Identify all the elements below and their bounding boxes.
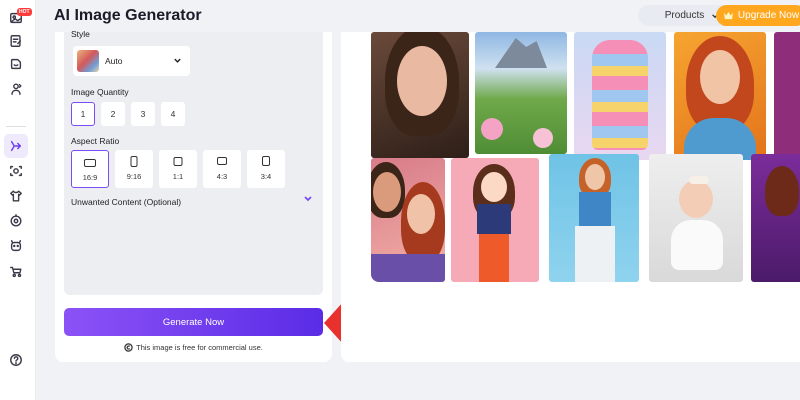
rail-ai-generator-button[interactable] (4, 134, 28, 158)
style-select[interactable]: Auto (73, 46, 190, 76)
quantity-option-1[interactable]: 1 (71, 102, 95, 126)
rail-help-button[interactable] (4, 348, 28, 372)
commercial-use-note: This image is free for commercial use. (55, 343, 332, 352)
rail-divider (6, 126, 26, 127)
sample-gallery (341, 32, 800, 362)
ratio-option-label: 9:16 (126, 172, 142, 181)
style-value: Auto (105, 56, 123, 66)
person-swap-icon (11, 83, 22, 95)
style-label: Style (71, 29, 90, 39)
rail-person-tool-button[interactable] (4, 77, 28, 101)
scan-face-icon (10, 165, 22, 177)
ratio-option-16-9[interactable]: 16:9 (71, 150, 109, 188)
sample-image-landscape (475, 32, 567, 154)
rail-sticker-tool-button[interactable] (4, 52, 28, 76)
copyright-icon (124, 343, 133, 352)
tool-rail: HOT (0, 0, 36, 400)
rail-clothes-tool-button[interactable] (4, 184, 28, 208)
ratio-option-label: 4:3 (216, 172, 228, 181)
settings-panel: Style Auto Image Quantity 1 2 3 4 Aspect… (55, 29, 332, 362)
commercial-use-text: This image is free for commercial use. (136, 343, 263, 352)
palette-icon (10, 214, 22, 227)
ratio-option-3-4[interactable]: 3:4 (247, 150, 285, 188)
sparkle-icon (10, 140, 22, 152)
photo-edit-icon (10, 35, 22, 47)
sample-image-purple-dress (751, 154, 800, 282)
quantity-option-2[interactable]: 2 (101, 102, 125, 126)
rail-colorize-tool-button[interactable] (4, 209, 28, 233)
sample-image-partial (774, 32, 800, 160)
ratio-option-1-1[interactable]: 1:1 (159, 150, 197, 188)
ratio-option-label: 1:1 (172, 172, 184, 181)
sample-image-candy-building (574, 32, 666, 160)
sample-image-baby (649, 154, 743, 282)
quantity-label: Image Quantity (71, 87, 129, 97)
unwanted-content-label: Unwanted Content (Optional) (71, 197, 182, 207)
portrait-ratio-icon (262, 156, 270, 166)
sample-image-couple (371, 158, 445, 282)
quantity-option-4[interactable]: 4 (161, 102, 185, 126)
upgrade-button[interactable]: Upgrade Now (716, 5, 800, 26)
settings-form: Style Auto Image Quantity 1 2 3 4 Aspect… (64, 29, 323, 295)
pet-face-icon (10, 240, 22, 252)
chevron-down-icon (174, 58, 181, 63)
sample-collage (371, 32, 800, 282)
upgrade-label: Upgrade Now (737, 10, 800, 21)
sample-image-redhead-woman (674, 32, 766, 160)
hot-badge: HOT (17, 8, 32, 16)
quantity-option-3[interactable]: 3 (131, 102, 155, 126)
sticker-icon (10, 58, 22, 70)
ratio-option-label: 3:4 (260, 172, 272, 181)
crown-icon (723, 11, 733, 20)
sample-image-portrait-woman (371, 32, 469, 158)
ratio-option-4-3[interactable]: 4:3 (203, 150, 241, 188)
help-icon (10, 354, 22, 366)
portrait-ratio-icon (130, 156, 138, 167)
style-thumbnail (77, 50, 99, 72)
aspect-ratio-label: Aspect Ratio (71, 136, 120, 146)
landscape-ratio-icon (84, 159, 96, 167)
rail-pet-tool-button[interactable] (4, 234, 28, 258)
square-ratio-icon (173, 157, 183, 166)
ratio-option-label: 16:9 (82, 173, 98, 182)
sample-image-fashion-woman (549, 154, 639, 282)
page-title: AI Image Generator (54, 7, 202, 24)
ratio-option-9-16[interactable]: 9:16 (115, 150, 153, 188)
shirt-icon (10, 190, 22, 202)
rail-edit-tool-button[interactable] (4, 29, 28, 53)
rail-scan-tool-button[interactable] (4, 159, 28, 183)
products-label: Products (664, 10, 705, 21)
rail-baby-tool-button[interactable] (4, 259, 28, 283)
sample-image-anime-girl (451, 158, 539, 282)
rail-image-tool-button[interactable]: HOT (4, 6, 32, 30)
top-header: AI Image Generator Products Upgrade Now (36, 0, 800, 32)
stroller-icon (10, 266, 22, 278)
generate-now-button[interactable]: Generate Now (64, 308, 323, 336)
chevron-down-icon[interactable] (303, 195, 313, 203)
landscape-ratio-icon (217, 157, 227, 165)
